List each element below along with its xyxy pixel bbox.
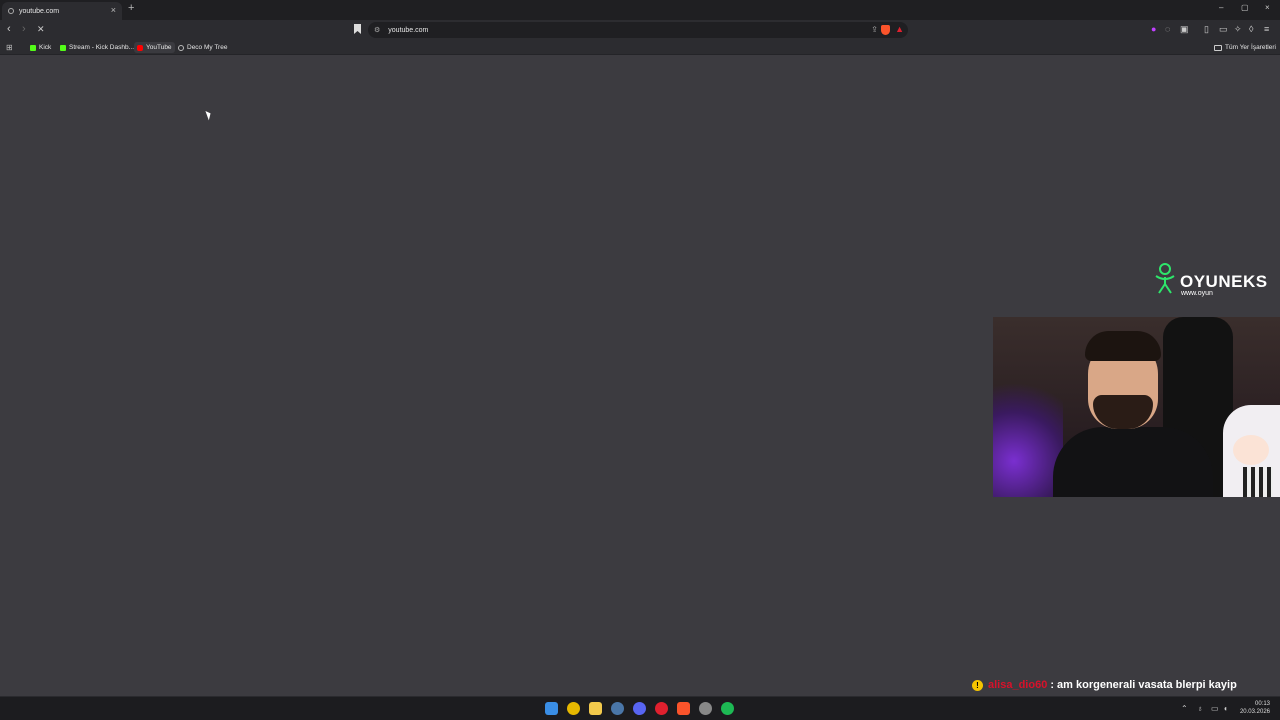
microphone-icon[interactable]: ♁ [1197, 704, 1203, 713]
bookmark-youtube[interactable]: YouTube [134, 42, 175, 53]
sidebar-icon[interactable]: ▯ [1204, 24, 1209, 35]
windows-start-icon[interactable] [545, 702, 558, 715]
address-bar[interactable]: ⚙ youtube.com ⇪ ▲ [368, 22, 908, 38]
extension-icon[interactable]: ● [1151, 24, 1156, 34]
kick-icon [30, 44, 36, 51]
bookmark-label: Stream - Kick Dashb... [69, 44, 135, 51]
chat-username: alisa_dio60 [988, 679, 1048, 691]
forward-button[interactable]: › [22, 23, 26, 35]
chat-text: : am korgenerali vasata blerpi kayip [1050, 679, 1237, 691]
maximize-button[interactable]: ▢ [1241, 3, 1249, 12]
chat-icon[interactable]: ◌ [1165, 24, 1170, 34]
globe-icon [8, 8, 14, 14]
close-window-button[interactable]: × [1265, 3, 1270, 12]
menu-icon[interactable]: ≡ [1264, 24, 1269, 34]
stop-loading-button[interactable]: ✕ [37, 24, 45, 35]
minimize-button[interactable]: – [1219, 3, 1223, 12]
clock-time: 00:13 [1254, 701, 1270, 707]
windows-taskbar: ⌃ ♁ ▭ ◖ 00:13 20.03.2026 [0, 696, 1280, 720]
all-bookmarks-folder[interactable]: Tüm Yer İşaretleri [1214, 42, 1276, 53]
system-clock[interactable]: 00:13 20.03.2026 [1240, 700, 1270, 716]
streamer-body [1053, 427, 1213, 497]
share-icon[interactable]: ⇪ [871, 25, 878, 34]
leo-ai-icon[interactable]: ✧ [1234, 24, 1242, 35]
logo-url: www.oyun [1181, 290, 1213, 297]
webcam-overlay [993, 317, 1280, 497]
oyuneks-logo: OYUNEKS www.oyun [1153, 262, 1267, 300]
brave-shields-icon[interactable] [881, 25, 890, 35]
file-explorer-icon[interactable] [589, 702, 602, 715]
apps-grid-icon[interactable]: ⊞ [6, 42, 13, 53]
bookmark-kick[interactable]: Kick [30, 42, 51, 53]
app-icon[interactable] [699, 702, 712, 715]
bookmark-label: Kick [39, 44, 52, 51]
discord-icon[interactable] [633, 702, 646, 715]
chrome-icon[interactable] [567, 702, 580, 715]
network-icon[interactable]: ▭ [1211, 704, 1219, 713]
all-bookmarks-label: Tüm Yer İşaretleri [1225, 44, 1276, 51]
tab-bar: youtube.com × + – ▢ × [0, 0, 1280, 20]
clock-date: 20.03.2026 [1239, 709, 1270, 715]
chat-message: ! alisa_dio60 : am korgenerali vasata bl… [972, 678, 1237, 692]
bookmarks-bar: ⊞ Kick Stream - Kick Dashb... YouTube De… [0, 40, 1280, 55]
bookmark-label: Deco My Tree [187, 44, 228, 51]
logo-name: OYUNEKS [1180, 272, 1268, 291]
streamer-hair [1085, 331, 1161, 361]
bookmark-deco-my-tree[interactable]: Deco My Tree [178, 42, 227, 53]
anime-character-outfit [1243, 467, 1273, 497]
tab-close-button[interactable]: × [111, 5, 116, 15]
spotify-icon[interactable] [721, 702, 734, 715]
wallet-icon[interactable]: ▭ [1219, 24, 1228, 35]
anime-character-face [1233, 435, 1269, 465]
opera-icon[interactable] [655, 702, 668, 715]
oyuneks-mascot-icon [1155, 263, 1175, 294]
brave-icon[interactable] [677, 702, 690, 715]
folder-icon [1214, 44, 1222, 51]
tray-chevron-icon[interactable]: ⌃ [1181, 704, 1188, 713]
kick-icon [60, 44, 66, 51]
url-text: youtube.com [388, 26, 429, 34]
back-button[interactable]: ‹ [7, 23, 11, 35]
youtube-icon [137, 44, 143, 51]
new-tab-button[interactable]: + [128, 2, 134, 14]
bookmark-icon[interactable] [354, 24, 361, 34]
browser-toolbar: ‹ › ✕ ⚙ youtube.com ⇪ ▲ ● ◌ ▣ ▯ ▭ ✧ ◊ ≡ [0, 20, 1280, 40]
steam-icon[interactable] [611, 702, 624, 715]
bookmark-label: YouTube [146, 44, 172, 51]
alert-badge-icon: ! [972, 679, 983, 691]
tab-youtube[interactable]: youtube.com × [2, 2, 122, 20]
globe-icon [178, 44, 184, 51]
site-info-icon[interactable]: ⚙ [374, 26, 380, 34]
brave-rewards-icon[interactable]: ▲ [895, 24, 904, 34]
vpn-icon[interactable]: ◊ [1249, 24, 1253, 34]
bookmark-stream-kick-dashboard[interactable]: Stream - Kick Dashb... [60, 42, 134, 53]
volume-icon[interactable]: ◖ [1223, 704, 1228, 713]
tab-title: youtube.com [19, 7, 60, 15]
screenshot-icon[interactable]: ▣ [1180, 24, 1189, 35]
